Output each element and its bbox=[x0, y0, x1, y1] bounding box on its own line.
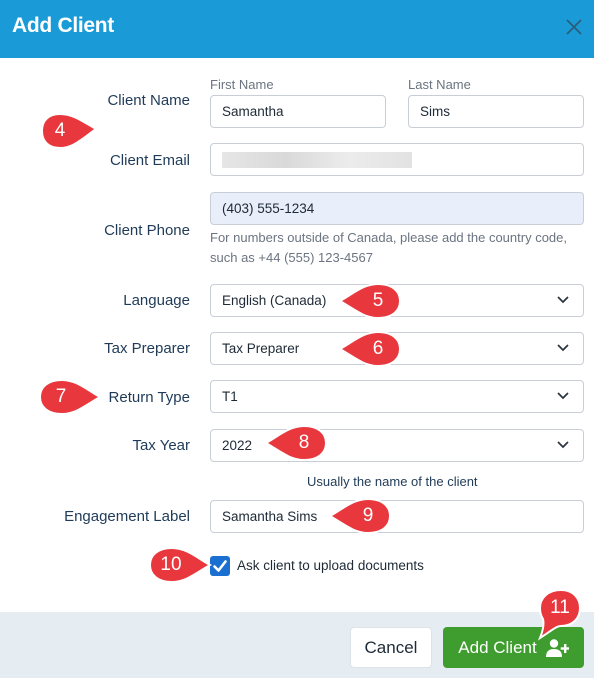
callout-10: 10 bbox=[146, 544, 213, 586]
callout-7-number: 7 bbox=[55, 386, 67, 407]
return-type-select[interactable]: T1 bbox=[210, 380, 584, 413]
client-phone-input[interactable]: (403) 555-1234 bbox=[210, 192, 584, 225]
tax-preparer-label: Tax Preparer bbox=[104, 340, 190, 357]
client-phone-value: (403) 555-1234 bbox=[222, 201, 315, 216]
callout-6-number: 6 bbox=[372, 338, 384, 359]
engagement-help-text: Usually the name of the client bbox=[307, 474, 478, 489]
client-phone-label: Client Phone bbox=[104, 222, 190, 239]
callout-9: 9 bbox=[327, 495, 394, 537]
engagement-label: Engagement Label bbox=[64, 508, 190, 525]
language-value: English (Canada) bbox=[222, 293, 327, 308]
chevron-down-icon bbox=[557, 343, 569, 351]
last-name-input[interactable]: Sims bbox=[408, 95, 584, 128]
engagement-label-input[interactable]: Samantha Sims bbox=[210, 500, 584, 533]
last-name-label: Last Name bbox=[408, 77, 471, 92]
tax-year-label: Tax Year bbox=[132, 437, 190, 454]
callout-9-number: 9 bbox=[362, 505, 374, 526]
close-icon[interactable] bbox=[564, 17, 584, 37]
cancel-button-label: Cancel bbox=[364, 637, 418, 657]
dialog-header: Add Client bbox=[0, 0, 594, 58]
chevron-down-icon bbox=[557, 440, 569, 448]
callout-10-number: 10 bbox=[160, 554, 182, 575]
callout-8: 8 bbox=[263, 422, 330, 464]
client-name-label: Client Name bbox=[107, 92, 190, 109]
cancel-button[interactable]: Cancel bbox=[350, 627, 432, 668]
phone-help-line2: such as +44 (555) 123-4567 bbox=[210, 250, 373, 265]
callout-5-number: 5 bbox=[372, 290, 384, 311]
redacted-email bbox=[222, 151, 412, 168]
first-name-value: Samantha bbox=[222, 104, 284, 119]
tax-year-value: 2022 bbox=[222, 438, 253, 453]
engagement-label-value: Samantha Sims bbox=[222, 509, 318, 524]
phone-help-line1: For numbers outside of Canada, please ad… bbox=[210, 230, 567, 245]
callout-11-number: 11 bbox=[550, 597, 570, 618]
callout-11: 11 bbox=[530, 586, 586, 642]
add-client-button-label: Add Client bbox=[458, 637, 537, 657]
last-name-value: Sims bbox=[420, 104, 450, 119]
checkmark-icon bbox=[213, 560, 227, 572]
first-name-input[interactable]: Samantha bbox=[210, 95, 386, 128]
language-label: Language bbox=[123, 292, 190, 309]
return-type-value: T1 bbox=[222, 389, 238, 404]
upload-documents-label: Ask client to upload documents bbox=[237, 558, 424, 573]
phone-help-text: For numbers outside of Canada, please ad… bbox=[210, 228, 567, 268]
callout-4-number: 4 bbox=[54, 120, 66, 141]
client-email-input[interactable] bbox=[210, 143, 584, 176]
callout-8-number: 8 bbox=[298, 432, 310, 453]
callout-4: 4 bbox=[36, 110, 98, 152]
callout-6: 6 bbox=[337, 328, 404, 370]
add-client-dialog: Add Client Client Name First Name Last N… bbox=[0, 0, 594, 678]
callout-5: 5 bbox=[337, 280, 404, 322]
client-email-label: Client Email bbox=[109, 152, 190, 169]
chevron-down-icon bbox=[557, 391, 569, 399]
first-name-label: First Name bbox=[210, 77, 274, 92]
tax-preparer-value: Tax Preparer bbox=[222, 341, 300, 356]
chevron-down-icon bbox=[557, 295, 569, 303]
dialog-title: Add Client bbox=[12, 14, 114, 37]
upload-documents-checkbox[interactable] bbox=[210, 556, 230, 576]
callout-7: 7 bbox=[36, 376, 103, 418]
